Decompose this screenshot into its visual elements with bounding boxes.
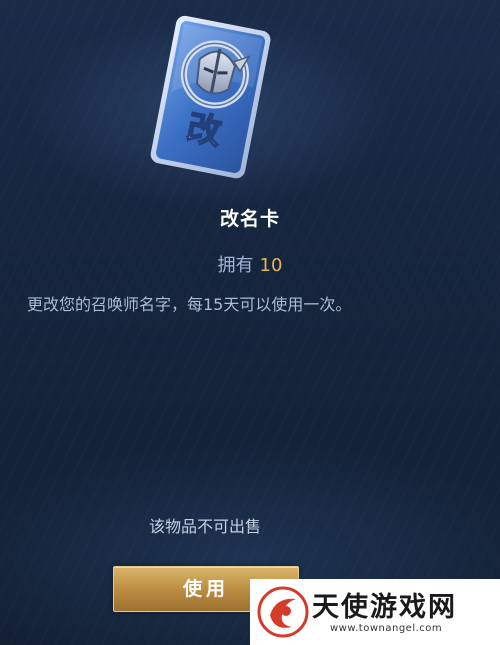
card-graphic: 改 [150,15,271,179]
item-description: 更改您的召唤师名字，每15天可以使用一次。 [27,295,352,314]
watermark-url: www.townangel.com [330,623,443,634]
not-sellable-note: 该物品不可出售 [148,517,261,536]
watermark-logo-icon [257,586,309,638]
rename-card-icon: 改 [140,10,280,190]
owned-label: 拥有 [217,255,254,276]
site-watermark: 天使游戏网 www.townangel.com [250,579,500,645]
owned-number: 10 [259,255,283,276]
owned-count: 拥有 10 [0,251,500,277]
watermark-brand: 天使游戏网 [312,592,457,623]
item-detail-screen: 改 改名卡 拥有 10 更改您的召唤师名字，每15天可以使用一次。 该物品不可出售… [0,0,500,645]
item-title: 改名卡 [219,208,280,230]
